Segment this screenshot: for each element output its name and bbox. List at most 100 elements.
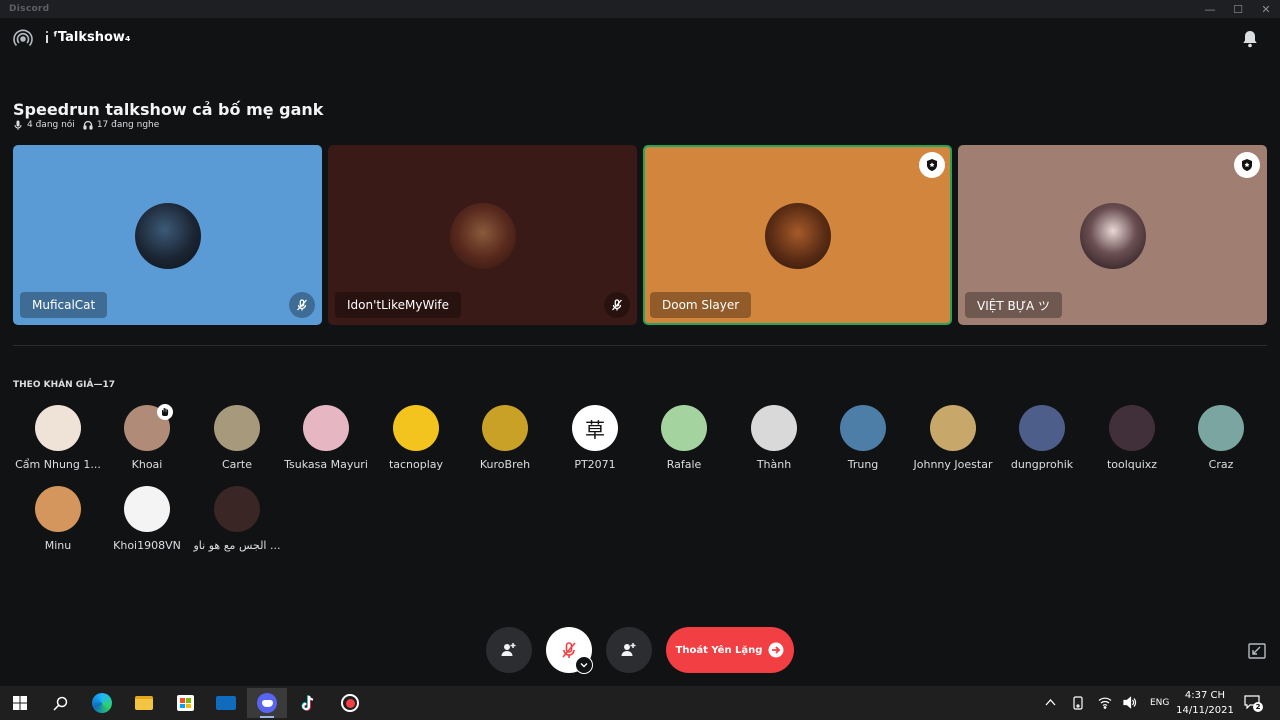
avatar bbox=[303, 405, 349, 451]
tiktok-taskbar-button[interactable] bbox=[288, 688, 328, 718]
audience-member[interactable]: toolquixz bbox=[1087, 405, 1177, 471]
file-explorer-button[interactable] bbox=[124, 688, 164, 718]
invite-to-speak-button[interactable] bbox=[486, 627, 532, 673]
avatar-glyph: 草 bbox=[585, 417, 605, 442]
minimize-button[interactable]: — bbox=[1196, 0, 1224, 18]
section-divider bbox=[13, 345, 1267, 346]
language-indicator[interactable]: ENG bbox=[1150, 698, 1169, 708]
start-button[interactable] bbox=[0, 688, 40, 718]
member-name: Tsukasa Mayuri bbox=[284, 458, 368, 471]
speaker-tile[interactable]: MuficalCat bbox=[13, 145, 322, 325]
audience-member[interactable]: Cẩm Nhung 1... bbox=[13, 405, 103, 471]
mail-icon bbox=[216, 696, 236, 710]
speaker-name: Doom Slayer bbox=[650, 292, 752, 318]
store-button[interactable] bbox=[165, 688, 205, 718]
avatar bbox=[482, 405, 528, 451]
audience-member[interactable]: Khoai bbox=[102, 404, 192, 471]
speaker-name: MuficalCat bbox=[20, 292, 108, 318]
person-add-icon bbox=[621, 643, 636, 656]
speaker-tile[interactable]: Doom Slayer bbox=[643, 145, 952, 325]
chevron-down-icon bbox=[580, 663, 588, 668]
raised-hand-icon bbox=[157, 404, 173, 420]
arrow-right-icon bbox=[768, 642, 784, 658]
windows-taskbar: ENG 4:37 CH 14/11/2021 2 bbox=[0, 686, 1280, 720]
person-add-icon bbox=[501, 643, 516, 656]
headphones-icon bbox=[83, 120, 93, 130]
audience-member[interactable]: Johnny Joestar bbox=[908, 405, 998, 471]
stage-topic: Speedrun talkshow cả bố mẹ gank bbox=[13, 100, 324, 119]
stage-view: ᶠTalkshow₄ Speedrun talkshow cả bố mẹ ga… bbox=[0, 18, 1280, 686]
audience-member[interactable]: Craz bbox=[1176, 405, 1266, 471]
chevron-up-icon[interactable] bbox=[1045, 698, 1056, 706]
recorder-taskbar-button[interactable] bbox=[330, 688, 370, 718]
avatar bbox=[449, 203, 516, 269]
avatar bbox=[751, 405, 797, 451]
avatar bbox=[840, 405, 886, 451]
audience-member[interactable]: dungprohik bbox=[997, 405, 1087, 471]
member-name: KuroBreh bbox=[479, 458, 531, 471]
member-name: Rafale bbox=[666, 458, 702, 471]
audience-member[interactable]: Minu bbox=[13, 486, 103, 552]
speaker-tiles: MuficalCat Idon'tLikeMyWife Doom Slayer … bbox=[13, 145, 1267, 325]
edge-taskbar-button[interactable] bbox=[82, 688, 122, 718]
clock-date: 14/11/2021 bbox=[1176, 705, 1234, 716]
avatar bbox=[1109, 405, 1155, 451]
discord-taskbar-button[interactable] bbox=[247, 688, 287, 718]
audience-member[interactable]: 草 PT2071 bbox=[550, 405, 640, 471]
member-name: Khoai bbox=[131, 458, 163, 471]
member-name: Trung bbox=[847, 458, 879, 471]
bell-icon[interactable] bbox=[1240, 29, 1260, 49]
popout-icon[interactable] bbox=[1248, 643, 1266, 659]
avatar bbox=[393, 405, 439, 451]
audience-member[interactable]: KuroBreh bbox=[460, 405, 550, 471]
audience-member[interactable]: Khoi1908VN bbox=[102, 486, 192, 552]
speaker-tile[interactable]: VIỆT BỰA ツ bbox=[958, 145, 1267, 325]
speaking-count: 4 đang nói bbox=[27, 120, 75, 130]
member-name: Johnny Joestar bbox=[913, 458, 993, 471]
tiktok-icon bbox=[301, 694, 314, 711]
more-options-icon[interactable] bbox=[45, 31, 49, 45]
channel-name: ᶠTalkshow₄ bbox=[53, 30, 131, 45]
avatar bbox=[1019, 405, 1065, 451]
windows-logo-icon bbox=[13, 696, 27, 710]
clock[interactable]: 4:37 CH 14/11/2021 bbox=[1175, 688, 1235, 718]
discord-icon bbox=[257, 693, 277, 713]
audience-member[interactable]: Rafale bbox=[639, 405, 729, 471]
audience-member[interactable]: Tsukasa Mayuri bbox=[281, 405, 371, 471]
maximize-button[interactable]: ☐ bbox=[1224, 0, 1252, 18]
mail-button[interactable] bbox=[206, 688, 246, 718]
add-user-button[interactable] bbox=[606, 627, 652, 673]
member-name: tacnoplay bbox=[388, 458, 444, 471]
audience-member[interactable]: Trung bbox=[818, 405, 908, 471]
microphone-icon bbox=[14, 120, 22, 130]
notification-center-button[interactable]: 2 bbox=[1244, 694, 1263, 712]
device-icon[interactable] bbox=[1072, 696, 1084, 710]
member-name: Carte bbox=[221, 458, 253, 471]
volume-icon[interactable] bbox=[1123, 696, 1137, 709]
audience-member[interactable]: tacnoplay bbox=[371, 405, 461, 471]
leave-quietly-button[interactable]: Thoát Yên Lặng bbox=[666, 627, 794, 673]
muted-mic-icon bbox=[604, 292, 630, 318]
wifi-icon[interactable] bbox=[1098, 696, 1112, 709]
avatar bbox=[1198, 405, 1244, 451]
search-icon bbox=[52, 696, 67, 711]
mic-options-button[interactable] bbox=[575, 656, 593, 674]
edge-icon bbox=[92, 693, 112, 713]
audience-title: THEO KHÁN GIẢ—17 bbox=[13, 380, 115, 390]
audience-member[interactable]: Thành bbox=[729, 405, 819, 471]
avatar bbox=[214, 486, 260, 532]
member-name: Minu bbox=[44, 539, 72, 552]
listening-count: 17 đang nghe bbox=[96, 120, 160, 130]
audience-member[interactable]: Carte bbox=[192, 405, 282, 471]
member-name: dungprohik bbox=[1010, 458, 1074, 471]
speaker-name: Idon'tLikeMyWife bbox=[335, 292, 462, 318]
speaker-name: VIỆT BỰA ツ bbox=[965, 292, 1063, 318]
stage-counts: 4 đang nói 17 đang nghe bbox=[13, 120, 159, 130]
speaker-tile[interactable]: Idon'tLikeMyWife bbox=[328, 145, 637, 325]
leave-label: Thoát Yên Lặng bbox=[675, 644, 763, 656]
audience-member[interactable]: الجس مع هو ناو ... bbox=[192, 486, 282, 552]
avatar bbox=[35, 486, 81, 532]
avatar bbox=[124, 486, 170, 532]
search-button[interactable] bbox=[40, 688, 80, 718]
close-button[interactable]: ✕ bbox=[1252, 0, 1280, 18]
